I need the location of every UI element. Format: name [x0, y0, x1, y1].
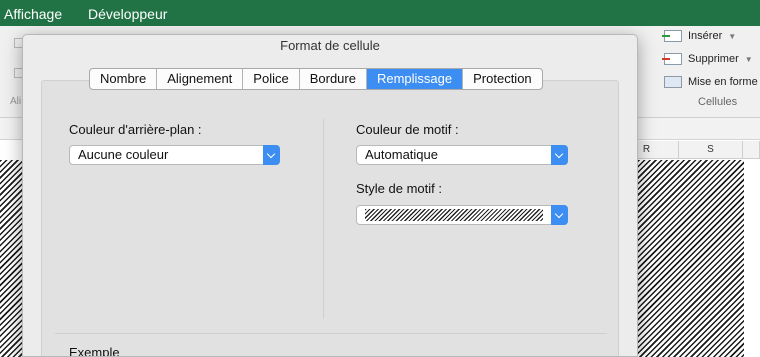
column-header-next[interactable] — [743, 141, 760, 159]
column-header-s[interactable]: S — [679, 141, 743, 159]
format-button[interactable]: Mise en forme — [664, 76, 758, 88]
cells-group: Insérer ▼ Supprimer ▼ Mise en forme Cell… — [660, 26, 760, 118]
sample-divider — [55, 333, 607, 334]
column-divider — [323, 119, 324, 319]
background-color-select[interactable]: Aucune couleur — [69, 145, 280, 165]
diagonal-hatch-pattern-swatch — [365, 209, 543, 221]
hatched-cells-right[interactable] — [638, 160, 744, 357]
chevron-down-icon: ▼ — [744, 54, 753, 64]
pattern-style-label: Style de motif : — [356, 181, 442, 196]
tab-protection[interactable]: Protection — [463, 69, 542, 89]
pattern-color-value: Automatique — [365, 147, 438, 162]
delete-cells-icon — [662, 53, 682, 65]
sample-label: Exemple — [69, 345, 120, 357]
tab-police[interactable]: Police — [243, 69, 300, 89]
tab-alignement[interactable]: Alignement — [157, 69, 244, 89]
hatched-cells-left[interactable] — [0, 160, 22, 357]
insert-button[interactable]: Insérer ▼ — [662, 30, 737, 42]
ribbon-ghost-label: Ali — [10, 96, 22, 107]
chevron-down-icon: ▼ — [728, 31, 737, 41]
delete-button[interactable]: Supprimer ▼ — [662, 53, 753, 65]
format-label: Mise en forme — [688, 76, 758, 88]
pattern-color-label: Couleur de motif : — [356, 122, 459, 137]
format-cells-icon — [664, 76, 682, 88]
pattern-style-select[interactable] — [356, 205, 568, 225]
chevron-down-icon — [551, 145, 568, 165]
background-color-label: Couleur d'arrière-plan : — [69, 122, 202, 137]
insert-cells-icon — [662, 30, 682, 42]
ribbon-tab-bar: Affichage Développeur — [0, 0, 760, 26]
tab-remplissage[interactable]: Remplissage — [366, 69, 464, 89]
cells-group-label: Cellules — [698, 96, 738, 108]
tab-bordure[interactable]: Bordure — [300, 69, 367, 89]
pattern-color-select[interactable]: Automatique — [356, 145, 568, 165]
chevron-down-icon — [551, 205, 568, 225]
chevron-down-icon — [263, 145, 280, 165]
tab-affichage[interactable]: Affichage — [4, 6, 62, 22]
insert-label: Insérer — [688, 30, 723, 42]
format-cells-dialog: Format de cellule Nombre Alignement Poli… — [22, 34, 638, 357]
background-color-value: Aucune couleur — [78, 147, 169, 162]
dialog-tab-bar: Nombre Alignement Police Bordure Remplis… — [89, 68, 543, 90]
tab-developpeur[interactable]: Développeur — [88, 6, 167, 22]
dialog-title: Format de cellule — [280, 38, 380, 53]
delete-label: Supprimer — [688, 53, 739, 65]
tab-nombre[interactable]: Nombre — [90, 69, 158, 89]
